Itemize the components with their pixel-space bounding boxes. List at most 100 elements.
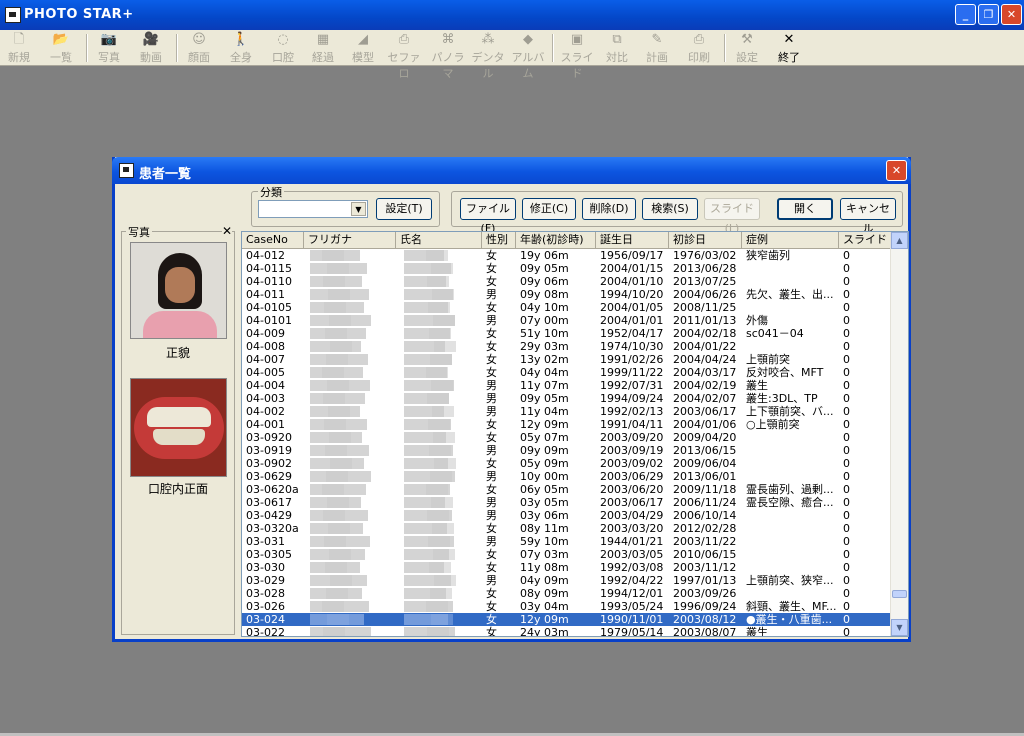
table-row[interactable]: 04-004 男 11y 07m 1992/07/31 2004/02/19 叢生 0 (242, 379, 892, 392)
table-row[interactable]: 03-0902 女 05y 09m 2003/09/02 2009/06/04 0 (242, 457, 892, 470)
toolbar-compare-button[interactable]: ⧉ 対比 (602, 31, 632, 65)
open-button[interactable]: 開く (777, 198, 833, 220)
table-row[interactable]: 03-0629 男 10y 00m 2003/06/29 2013/06/01 0 (242, 470, 892, 483)
cell-diagnosis (742, 275, 839, 288)
scroll-up-icon[interactable]: ▲ (891, 232, 908, 249)
dialog-close-button[interactable]: ✕ (886, 160, 907, 181)
toolbar-new-button[interactable]: 🗋 新規 (4, 31, 34, 65)
table-row[interactable]: 04-0105 女 04y 10m 2004/01/05 2008/11/25 0 (242, 301, 892, 314)
table-row[interactable]: 04-009 女 51y 10m 1952/04/17 2004/02/18 sc041－… (242, 327, 892, 340)
table-row[interactable]: 04-005 女 04y 04m 1999/11/22 2004/03/17 反対咬合、M… (242, 366, 892, 379)
toolbar-exit-button[interactable]: ✕ 終了 (774, 31, 804, 65)
toolbar-settings-button[interactable]: ⚒ 設定 (732, 31, 762, 65)
close-app-button[interactable]: ✕ (1001, 4, 1022, 25)
cell-first-visit: 2013/07/25 (673, 275, 737, 288)
table-row[interactable]: 04-012 女 19y 06m 1956/09/17 1976/03/02 狭窄歯列 0 (242, 249, 892, 262)
col-header-sex[interactable]: 性別 (482, 232, 516, 248)
table-row[interactable]: 03-026 女 03y 04m 1993/05/24 1996/09/24 斜頸、叢生、… (242, 600, 892, 613)
intraoral-front-photo[interactable] (130, 378, 227, 477)
table-row[interactable]: 03-022 女 24y 03m 1979/05/14 2003/08/07 叢生 0 (242, 626, 892, 636)
minimize-button[interactable]: _ (955, 4, 976, 25)
toolbar-slide-button[interactable]: ▣ スライド (558, 31, 596, 80)
table-row[interactable]: 03-0620a 女 06y 05m 2003/06/20 2009/11/18 霊長歯列… (242, 483, 892, 496)
table-row[interactable]: 03-0429 男 03y 06m 2003/04/29 2006/10/14 0 (242, 509, 892, 522)
redacted-text (327, 380, 349, 391)
toolbar-video-button[interactable]: 🎥 動画 (136, 31, 166, 65)
col-header-birthday[interactable]: 誕生日 (596, 232, 669, 248)
table-row[interactable]: 03-024 女 12y 09m 1990/11/01 2003/08/12 ●叢生・八重… (242, 613, 892, 626)
toolbar-dental-button[interactable]: ⁂ デンタル (470, 31, 506, 80)
table-row[interactable]: 04-0115 女 09y 05m 2004/01/15 2013/06/28 0 (242, 262, 892, 275)
col-header-age[interactable]: 年齢(初診時) (516, 232, 596, 248)
toolbar-cephalo-button[interactable]: ⎙ セファロ (386, 31, 422, 80)
file-button[interactable]: ファイル(F) (460, 198, 516, 235)
cell-diagnosis: sc041－04 (746, 327, 804, 340)
category-select[interactable]: ▼ (258, 200, 368, 218)
table-row[interactable]: 03-0920 女 05y 07m 2003/09/20 2009/04/20 0 (242, 431, 892, 444)
binoculars-icon: ⌘ (441, 32, 455, 47)
table-row[interactable]: 04-011 男 09y 08m 1994/10/20 2004/06/26 先欠、叢生、… (242, 288, 892, 301)
scroll-down-icon[interactable]: ▼ (891, 619, 908, 636)
redacted-text (322, 250, 344, 261)
search-button[interactable]: 検索(S) (642, 198, 698, 220)
table-row[interactable]: 04-008 女 29y 03m 1974/10/30 2004/01/22 0 (242, 340, 892, 353)
app-title-bar[interactable]: PHOTO STAR+ _ ❐ ✕ (0, 0, 1024, 30)
toolbar-list-button[interactable]: 📂 一覧 (46, 31, 76, 65)
toolbar-panorama-button[interactable]: ⌘ パノラマ (428, 31, 468, 80)
redacted-text (323, 627, 345, 636)
col-header-diagnosis[interactable]: 症例 (742, 232, 839, 248)
toolbar-photo-button[interactable]: 📷 写真 (94, 31, 124, 65)
cell-diagnosis: 外傷 (746, 314, 768, 327)
table-row[interactable]: 04-002 男 11y 04m 1992/02/13 2003/06/17 上下顎前突、… (242, 405, 892, 418)
col-header-slide[interactable]: スライド (839, 232, 892, 248)
patient-list[interactable]: CaseNo フリガナ 氏名 性別 年齢(初診時) 誕生日 初診日 症例 スライ… (241, 231, 909, 637)
slide-button[interactable]: スライド(L) (704, 198, 760, 235)
table-row[interactable]: 04-007 女 13y 02m 1991/02/26 2004/04/24 上顎前突 0 (242, 353, 892, 366)
category-set-button[interactable]: 設定(T) (376, 198, 432, 220)
cell-caseno: 03-0305 (246, 548, 292, 561)
cell-birthday: 1992/07/31 (600, 379, 664, 392)
cancel-button[interactable]: キャンセル (840, 198, 896, 235)
cell-first-visit: 2006/11/24 (673, 496, 737, 509)
cell-sex: 男 (486, 574, 497, 587)
toolbar-progress-button[interactable]: ▦ 経過 (308, 31, 338, 65)
delete-button[interactable]: 削除(D) (582, 198, 636, 220)
table-row[interactable]: 03-028 女 08y 09m 1994/12/01 2003/09/26 0 (242, 587, 892, 600)
cell-caseno: 04-0101 (246, 314, 292, 327)
toolbar-face-button[interactable]: ☺ 顔面 (184, 31, 214, 65)
toolbar-body-button[interactable]: 🚶 全身 (226, 31, 256, 65)
toolbar-plan-button[interactable]: ✎ 計画 (642, 31, 672, 65)
dialog-title-bar[interactable]: 患者一覧 ✕ (112, 157, 911, 184)
col-header-first-visit[interactable]: 初診日 (669, 232, 742, 248)
table-row[interactable]: 03-0320a 女 08y 11m 2003/03/20 2012/02/28 0 (242, 522, 892, 535)
table-row[interactable]: 03-029 男 04y 09m 1992/04/22 1997/01/13 上顎前突、狭… (242, 574, 892, 587)
table-row[interactable]: 04-0110 女 09y 06m 2004/01/10 2013/07/25 0 (242, 275, 892, 288)
table-row[interactable]: 03-0305 女 07y 03m 2003/03/05 2010/06/15 0 (242, 548, 892, 561)
toolbar-album-button[interactable]: ◆ アルバム (508, 31, 548, 80)
restore-button[interactable]: ❐ (978, 4, 999, 25)
table-row[interactable]: 03-030 女 11y 08m 1992/03/08 2003/11/12 0 (242, 561, 892, 574)
redacted-text (324, 302, 346, 313)
photo-panel-close-icon[interactable]: ✕ (221, 224, 232, 238)
face-front-photo[interactable] (130, 242, 227, 339)
scroll-thumb[interactable] (892, 590, 907, 598)
chevron-down-icon[interactable]: ▼ (351, 202, 366, 216)
toolbar-print-button[interactable]: ⎙ 印刷 (684, 31, 714, 65)
toolbar-mouth-button[interactable]: ◌ 口腔 (268, 31, 298, 65)
edit-button[interactable]: 修正(C) (522, 198, 576, 220)
table-row[interactable]: 03-0617 男 03y 05m 2003/06/17 2006/11/24 霊長空隙、… (242, 496, 892, 509)
table-row[interactable]: 03-0919 男 09y 09m 2003/09/19 2013/06/15 0 (242, 444, 892, 457)
table-row[interactable]: 04-0101 男 07y 00m 2004/01/01 2011/01/13 外傷 0 (242, 314, 892, 327)
col-header-name[interactable]: 氏名 (396, 232, 482, 248)
table-row[interactable]: 03-031 男 59y 10m 1944/01/21 2003/11/22 0 (242, 535, 892, 548)
redacted-text (322, 367, 344, 378)
table-row[interactable]: 04-003 男 09y 05m 1994/09/24 2004/02/07 叢生:3DL… (242, 392, 892, 405)
col-header-caseno[interactable]: CaseNo (242, 232, 304, 248)
cell-slide: 0 (843, 600, 850, 613)
col-header-furigana[interactable]: フリガナ (304, 232, 396, 248)
cell-name (396, 327, 482, 340)
table-row[interactable]: 04-001 女 12y 09m 1991/04/11 2004/01/06 ○上顎前突 0 (242, 418, 892, 431)
vertical-scrollbar[interactable]: ▲ ▼ (890, 232, 908, 636)
cell-diagnosis (742, 522, 839, 535)
toolbar-model-button[interactable]: ◢ 模型 (348, 31, 378, 65)
